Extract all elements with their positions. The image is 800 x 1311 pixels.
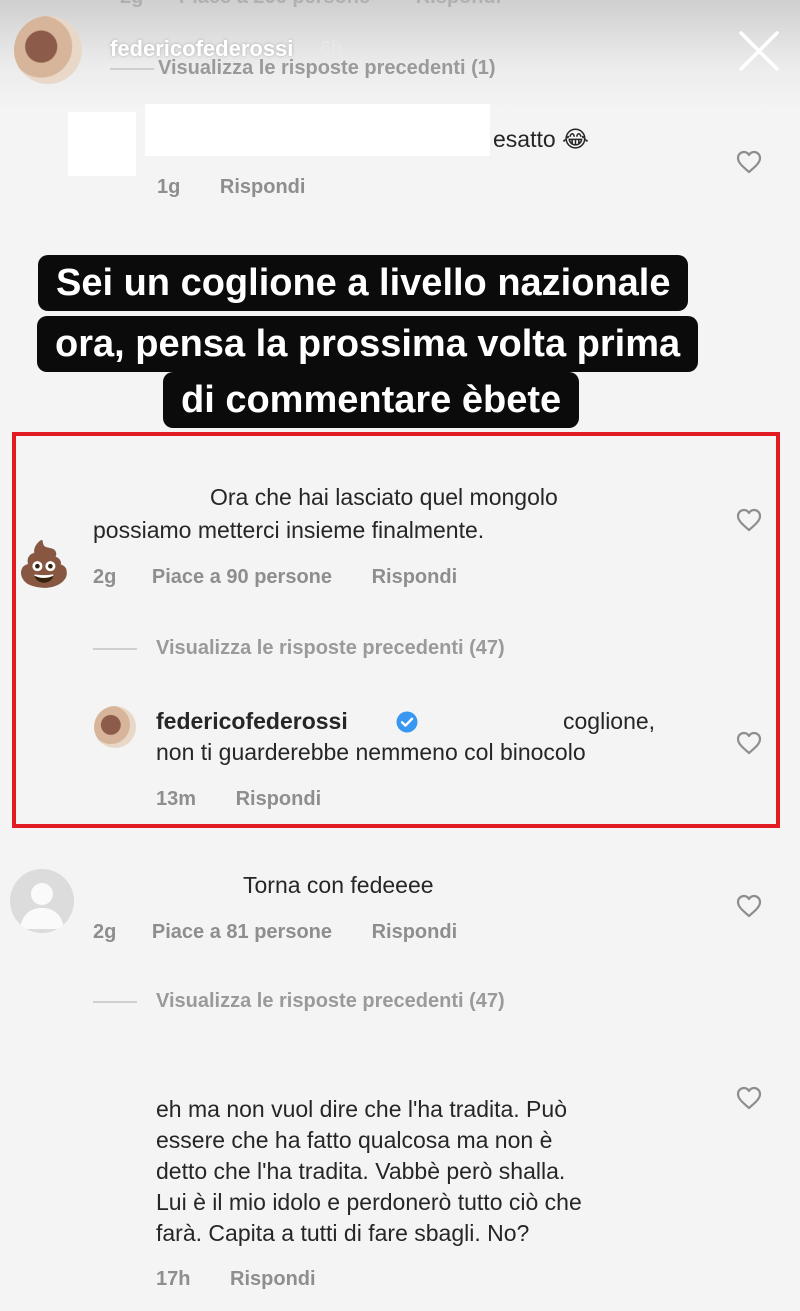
reply-button[interactable]: Rispondi bbox=[372, 921, 458, 943]
comment-likes[interactable]: Piace a 81 persone bbox=[152, 921, 332, 943]
heart-icon[interactable] bbox=[736, 1086, 762, 1110]
reply-button[interactable]: Rispondi bbox=[220, 176, 306, 198]
redacted-text bbox=[145, 104, 490, 156]
verified-badge-icon bbox=[395, 710, 419, 734]
reply-body: eh ma non vuol dire che l'ha tradita. Pu… bbox=[156, 1094, 582, 1249]
heart-icon[interactable] bbox=[736, 150, 762, 174]
redacted-avatar bbox=[68, 112, 136, 176]
comment-likes[interactable]: Piace a 266 persone bbox=[179, 0, 370, 8]
thread-line bbox=[93, 648, 137, 650]
reply-line-2: non ti guarderebbe nemmeno col binocolo bbox=[156, 739, 586, 765]
reply-meta: 17h Rispondi bbox=[156, 1268, 316, 1291]
reply-line: farà. Capita a tutti di fare sbagli. No? bbox=[156, 1220, 530, 1246]
story-caption-line-2: ora, pensa la prossima volta prima bbox=[37, 316, 699, 372]
reply-avatar[interactable] bbox=[94, 706, 136, 748]
heart-icon[interactable] bbox=[736, 894, 762, 918]
reply-button[interactable]: Rispondi bbox=[236, 788, 322, 810]
reply-time: 17h bbox=[156, 1268, 191, 1290]
view-previous-replies[interactable]: Visualizza le risposte precedenti (47) bbox=[156, 990, 505, 1013]
reply-line-1: coglione, bbox=[563, 708, 656, 734]
reply-button[interactable]: Rispondi bbox=[372, 566, 458, 588]
default-avatar-icon[interactable] bbox=[10, 869, 74, 933]
story-caption-line-1: Sei un coglione a livello nazionale bbox=[38, 255, 689, 311]
comment-time: 2g bbox=[93, 921, 117, 943]
comment-text: Torna con fedeeee bbox=[243, 872, 434, 898]
reply-text: esatto 😂 bbox=[493, 126, 589, 152]
story-avatar[interactable] bbox=[14, 16, 82, 84]
comment-time: 2g bbox=[120, 0, 143, 8]
reply-line: essere che ha fatto qualcosa ma non è bbox=[156, 1127, 553, 1153]
poop-avatar[interactable]: 💩 bbox=[16, 540, 72, 590]
thread-line bbox=[110, 68, 154, 70]
redacted-username bbox=[95, 480, 205, 510]
view-previous-replies[interactable]: Visualizza le risposte precedenti (47) bbox=[156, 637, 505, 660]
reply-button[interactable]: Rispondi bbox=[230, 1268, 316, 1290]
comment-likes[interactable]: Piace a 90 persone bbox=[152, 566, 332, 588]
reply-line: detto che l'ha tradita. Vabbè però shall… bbox=[156, 1158, 566, 1184]
comment-meta: 2g Piace a 81 persone Rispondi bbox=[93, 921, 457, 944]
heart-icon[interactable] bbox=[736, 508, 762, 532]
close-icon[interactable] bbox=[738, 30, 780, 72]
redacted-username bbox=[95, 870, 235, 900]
comment-line-1: Ora che hai lasciato quel mongolo bbox=[210, 484, 558, 510]
thread-line bbox=[93, 1001, 137, 1003]
comment-line-2: possiamo metterci insieme finalmente. bbox=[93, 517, 485, 543]
reply-time: 13m bbox=[156, 788, 197, 810]
reply-button[interactable]: Rispondi bbox=[416, 0, 502, 8]
heart-icon[interactable] bbox=[736, 731, 762, 755]
reply-meta: 13m Rispondi bbox=[156, 788, 321, 811]
reply-line: Lui è il mio idolo e perdonerò tutto ciò… bbox=[156, 1189, 582, 1215]
reply-line: eh ma non vuol dire che l'ha tradita. Pu… bbox=[156, 1096, 567, 1122]
comment-meta: 2g Piace a 90 persone Rispondi bbox=[93, 566, 457, 589]
partial-comment-meta: 2g Piace a 266 persone Rispondi bbox=[120, 0, 501, 9]
view-previous-replies[interactable]: Visualizza le risposte precedenti (1) bbox=[158, 57, 496, 80]
story-caption-line-3: di commentare èbete bbox=[163, 372, 580, 428]
reply-time: 1g bbox=[157, 176, 181, 198]
reply-meta: 1g Rispondi bbox=[157, 176, 305, 199]
reply-username[interactable]: federicofederossi bbox=[156, 708, 348, 735]
comment-time: 2g bbox=[93, 566, 117, 588]
